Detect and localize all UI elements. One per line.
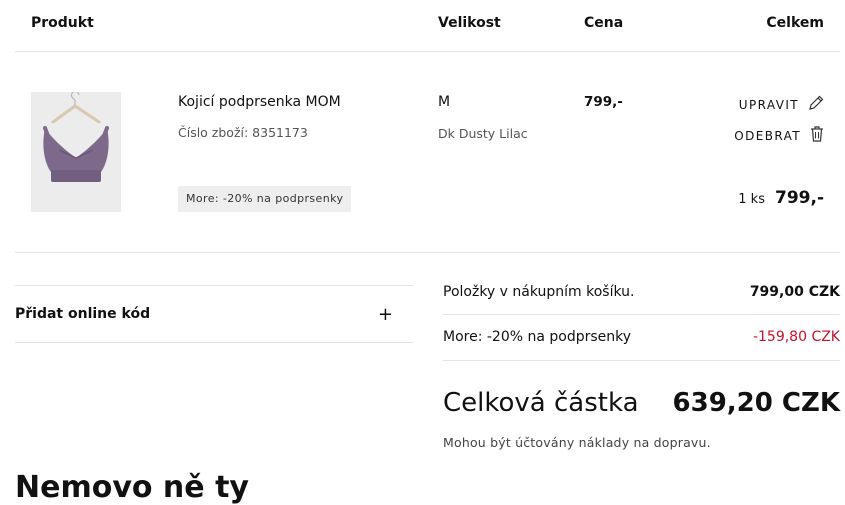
- promo-badge: More: -20% na podprsenky: [178, 186, 352, 212]
- plus-icon: +: [377, 303, 393, 325]
- product-image[interactable]: [31, 92, 121, 212]
- edit-label: UPRAVIT: [738, 97, 799, 112]
- summary-items-label: Položky v nákupním košíku.: [443, 284, 635, 300]
- bra-image-icon: [43, 92, 109, 182]
- summary-discount-value: -159,80 CZK: [752, 329, 840, 345]
- pencil-icon: [807, 94, 825, 115]
- coupon-label: Přidat online kód: [15, 306, 151, 322]
- item-divider: [15, 252, 840, 253]
- add-coupon-toggle[interactable]: Přidat online kód +: [15, 286, 413, 342]
- grand-total-label: Celková částka: [443, 388, 639, 418]
- remove-button[interactable]: ODEBRAT: [734, 125, 825, 146]
- line-total: 799,-: [775, 188, 824, 208]
- summary-discount-label: More: -20% na podprsenky: [443, 329, 632, 345]
- header-divider: [15, 51, 840, 52]
- product-number: Číslo zboží: 8351173: [178, 125, 308, 140]
- remove-label: ODEBRAT: [734, 128, 801, 143]
- next-section-title: Nemovo ně ty: [15, 470, 249, 505]
- trash-icon: [809, 125, 825, 146]
- product-name[interactable]: Kojicí podprsenka MOM: [178, 94, 341, 110]
- shipping-note: Mohou být účtovány náklady na dopravu.: [443, 435, 711, 450]
- header-price: Cena: [584, 15, 624, 31]
- product-color: Dk Dusty Lilac: [438, 126, 528, 141]
- summary-divider-1: [443, 314, 840, 315]
- grand-total-value: 639,20 CZK: [672, 388, 840, 418]
- summary-items-value: 799,00 CZK: [749, 284, 840, 300]
- coupon-bottom-divider: [15, 342, 413, 343]
- product-price: 799,-: [584, 94, 623, 110]
- summary-items-row: Položky v nákupním košíku. 799,00 CZK: [443, 284, 840, 300]
- header-product: Produkt: [31, 15, 94, 31]
- quantity-total-row: 1 ks 799,-: [738, 188, 824, 208]
- product-size: M: [438, 94, 451, 110]
- edit-button[interactable]: UPRAVIT: [739, 94, 825, 115]
- summary-discount-row: More: -20% na podprsenky -159,80 CZK: [443, 329, 840, 345]
- header-total: Celkem: [766, 15, 824, 31]
- quantity: 1 ks: [738, 192, 765, 207]
- header-size: Velikost: [438, 15, 501, 31]
- grand-total-row: Celková částka 639,20 CZK: [443, 388, 840, 418]
- summary-divider-2: [443, 360, 840, 361]
